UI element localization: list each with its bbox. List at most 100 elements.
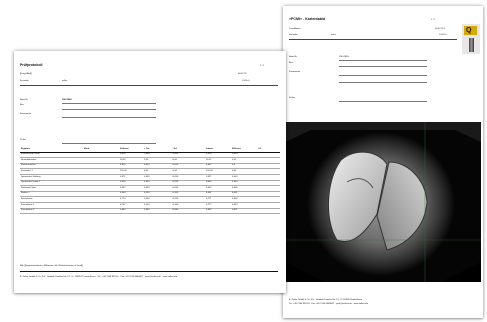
- footer-line-1: E. Zoller GmbH & Co. KG · Gottlieb-Daiml…: [289, 299, 363, 301]
- kommentar-underline: [62, 117, 156, 118]
- footer-line-2: Tel. +49 7144 8970-0 · Fax +49 7144 8060…: [289, 303, 369, 305]
- pruefer-label: Prüfer: [20, 139, 26, 141]
- table-cell: -0,050: [172, 186, 179, 189]
- image-report-page: »PCMI« - Kartentabld 1 / 1 Q Lieröfdatum…: [283, 6, 483, 318]
- column-header: + Tol.: [144, 147, 150, 150]
- logo-letter: Q: [466, 27, 472, 34]
- table-cell: 0,401: [206, 192, 212, 195]
- ident-underline: [339, 60, 427, 61]
- measurement-table: Eigabeis Merk Sollwert + Tol. - Tol. Ist…: [20, 147, 280, 215]
- table-cell: 0,021: [232, 209, 238, 212]
- table-cell: 152,00: [206, 169, 213, 172]
- table-cell: 0,500: [144, 197, 150, 200]
- table-cell: -0,100: [172, 203, 179, 206]
- table-cell: Keilwinkel Stirn: [21, 186, 36, 189]
- date-label: Lieröfdatum: [289, 28, 301, 30]
- kunuden-label: Kunuden: [289, 34, 298, 36]
- microscope-image: [285, 122, 481, 282]
- table-cell: 0,400: [206, 181, 212, 184]
- ident-underline: [62, 103, 156, 104]
- table-cell: -0,050: [172, 175, 179, 178]
- kommentar-label: Kommentar: [20, 113, 32, 115]
- column-header: Diff.wert: [232, 147, 241, 150]
- ident-value: Z56-Z605-: [62, 99, 73, 101]
- table-cell: -0,50: [172, 169, 177, 172]
- bez-underline: [62, 109, 156, 110]
- bez-label: Bez: [289, 62, 293, 64]
- column-header: Istwert: [206, 147, 214, 150]
- table-cell: 0,000: [232, 175, 238, 178]
- table-cell: 0,680: [120, 209, 126, 212]
- table-cell: 26,00: [120, 158, 126, 161]
- table-cell: 0,010: [144, 164, 150, 167]
- table-cell: 0,442: [120, 186, 126, 189]
- time-value: 13:26:0: [439, 34, 447, 36]
- page-number: 1 / 1: [431, 19, 436, 21]
- table-cell: 0,000: [232, 186, 238, 189]
- column-header: - Tol.: [172, 147, 178, 150]
- table-cell: 0,50: [144, 169, 149, 172]
- table-cell: 0,662: [206, 209, 212, 212]
- kunuden-value: zeller: [62, 80, 68, 82]
- table-cell: 0,00: [232, 169, 237, 172]
- table-cell: 0,050: [144, 175, 150, 178]
- date-value: 04.07.20: [238, 73, 247, 75]
- table-cell: 0,020: [232, 153, 238, 156]
- table-body: Einzelmerkm Schei 0,320 1,000 -1,000 0,320 0,…: [20, 153, 280, 215]
- table-cell: -0,250: [172, 197, 179, 200]
- kommentar-underline-2: [339, 82, 427, 83]
- column-header: Merk: [84, 147, 90, 150]
- ident-value: Z56-Z605-: [339, 56, 350, 58]
- column-header: Sollwert: [120, 147, 129, 150]
- page-title: Prüfprotokoll: [20, 63, 43, 67]
- pruefer-underline: [339, 101, 427, 102]
- column-header: i.O.: [258, 147, 262, 150]
- table-cell: 0,0: [232, 164, 236, 167]
- page-number: 1 / 1: [260, 65, 265, 67]
- table-cell: 0,400: [120, 181, 126, 184]
- table-cell: Spanwinkel Umfang: [21, 175, 41, 178]
- table-cell: 0,771: [206, 197, 212, 200]
- table-cell: 0,050: [144, 181, 150, 184]
- table-cell: 0,100: [144, 192, 150, 195]
- table-cell: 0,020: [232, 203, 238, 206]
- table-cell: Einzelmerkm Schei: [21, 153, 40, 156]
- kommentar-underline-1: [339, 75, 427, 76]
- table-cell: 0,777: [206, 203, 212, 206]
- date-value: 04.07.20 1: [435, 28, 446, 30]
- pruefer-label: Prüfer: [289, 97, 295, 99]
- table-cell: 0,671: [206, 175, 212, 178]
- table-cell: -0,990: [172, 209, 179, 212]
- table-cell: Radius 1: [21, 192, 30, 195]
- kommentar-label: Kommentar: [289, 71, 301, 73]
- table-cell: -1,000: [172, 153, 179, 156]
- ident-label: Ident-Nr: [20, 99, 28, 101]
- pruefer-underline: [62, 143, 156, 144]
- tool-cross-section: [285, 122, 481, 282]
- table-cell: 0,757: [120, 203, 126, 206]
- table-cell: 0,001: [232, 192, 238, 195]
- footnote: Alle [[Sugestionkalme in Millimeter, all…: [20, 265, 83, 267]
- table-cell: Fasenbreite 2: [21, 209, 35, 212]
- column-header: Eigabeis: [21, 147, 30, 150]
- table-cell: Freiwinkel 1: [21, 169, 33, 172]
- bez-underline: [339, 66, 427, 67]
- table-cell: 0,320: [120, 153, 126, 156]
- table-cell: Kleinfraswinkel: [21, 164, 36, 167]
- header-rule: [289, 39, 457, 40]
- table-cell: 0,050: [144, 186, 150, 189]
- ident-label: Ident-Nr: [289, 56, 297, 58]
- table-cell: -0,050: [172, 181, 179, 184]
- document-viewer: »PCMI« - Kartentabld 1 / 1 Q Lieröfdatum…: [0, 0, 487, 322]
- table-cell: 0,774: [120, 197, 126, 200]
- table-cell: -0,010: [172, 164, 179, 167]
- inspection-report-page: Prüfprotokoll 1 / 1 [[Logo/Bild]] 04.07.…: [14, 51, 286, 293]
- table-cell: -0,50: [172, 158, 177, 161]
- header-rule: [20, 85, 278, 86]
- table-cell: 0,100: [144, 203, 150, 206]
- table-cell: 0,000: [232, 181, 238, 184]
- table-cell: Fasenbreite 1: [21, 203, 35, 206]
- table-cell: 0,671: [120, 175, 126, 178]
- page-title: »PCMI« - Kartentabld: [289, 17, 326, 21]
- table-cell: 0,990: [144, 209, 150, 212]
